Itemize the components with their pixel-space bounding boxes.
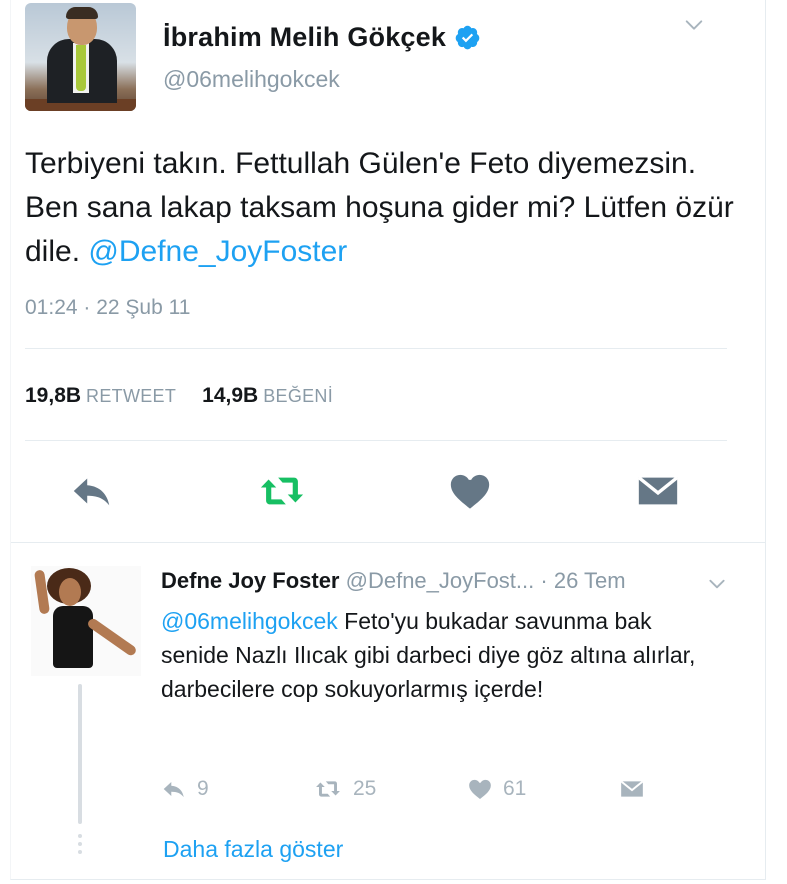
reply-like-count: 61 <box>503 777 527 800</box>
reply-action-message[interactable] <box>617 776 647 802</box>
reply-mention-link[interactable]: @06melihgokcek <box>161 608 338 634</box>
reply-action-like[interactable]: 61 <box>467 776 526 802</box>
reply-author-avatar[interactable] <box>31 566 141 676</box>
reply-action-retweet[interactable]: 25 <box>313 776 376 802</box>
verified-badge-icon <box>455 25 480 50</box>
thread-line <box>78 684 82 824</box>
reply-retweet-count: 25 <box>353 777 377 800</box>
like-label[interactable]: BEĞENİ <box>263 386 333 407</box>
retweet-count[interactable]: 19,8B <box>25 384 81 408</box>
reply-icon <box>163 781 184 798</box>
show-more-link[interactable]: Daha fazla göster <box>163 836 343 863</box>
chevron-down-icon[interactable] <box>707 574 727 594</box>
envelope-icon <box>620 780 644 797</box>
reply-action-reply[interactable]: 9 <box>161 776 209 802</box>
reply-author-handle[interactable]: @Defne_JoyFost... <box>346 568 535 593</box>
retweet-icon[interactable] <box>259 468 305 514</box>
tweet-card: İbrahim Melih Gökçek @06melihgokcek Terb… <box>10 0 766 880</box>
tweet-stats: 19,8B RETWEET 14,9B BEĞENİ <box>25 384 333 408</box>
author-name[interactable]: İbrahim Melih Gökçek <box>163 22 446 53</box>
retweet-icon <box>316 781 340 797</box>
tweet-text: Terbiyeni takın. Fettullah Gülen'e Feto … <box>25 142 745 274</box>
thread-dots <box>78 834 82 858</box>
divider <box>11 542 765 543</box>
heart-icon[interactable] <box>447 468 493 514</box>
reply-count: 9 <box>197 777 209 800</box>
author-name-row[interactable]: İbrahim Melih Gökçek <box>163 22 481 53</box>
tweet-mention-link[interactable]: @Defne_JoyFoster <box>88 235 347 268</box>
chevron-down-icon[interactable] <box>683 14 705 36</box>
reply-date[interactable]: · 26 Tem <box>540 568 625 593</box>
reply-icon[interactable] <box>69 468 115 514</box>
envelope-icon[interactable] <box>635 468 681 514</box>
like-count[interactable]: 14,9B <box>202 384 258 408</box>
heart-icon <box>469 779 491 799</box>
retweet-label[interactable]: RETWEET <box>86 386 176 407</box>
reply-text: @06melihgokcek Feto'yu bukadar savunma b… <box>161 604 721 706</box>
divider <box>25 440 727 441</box>
author-handle[interactable]: @06melihgokcek <box>163 66 340 93</box>
reply-header: Defne Joy Foster @Defne_JoyFost... · 26 … <box>161 568 626 594</box>
author-avatar[interactable] <box>25 3 136 111</box>
reply-author-name[interactable]: Defne Joy Foster <box>161 568 340 593</box>
divider <box>25 348 727 349</box>
tweet-timestamp[interactable]: 01:24 · 22 Şub 11 <box>25 296 190 320</box>
